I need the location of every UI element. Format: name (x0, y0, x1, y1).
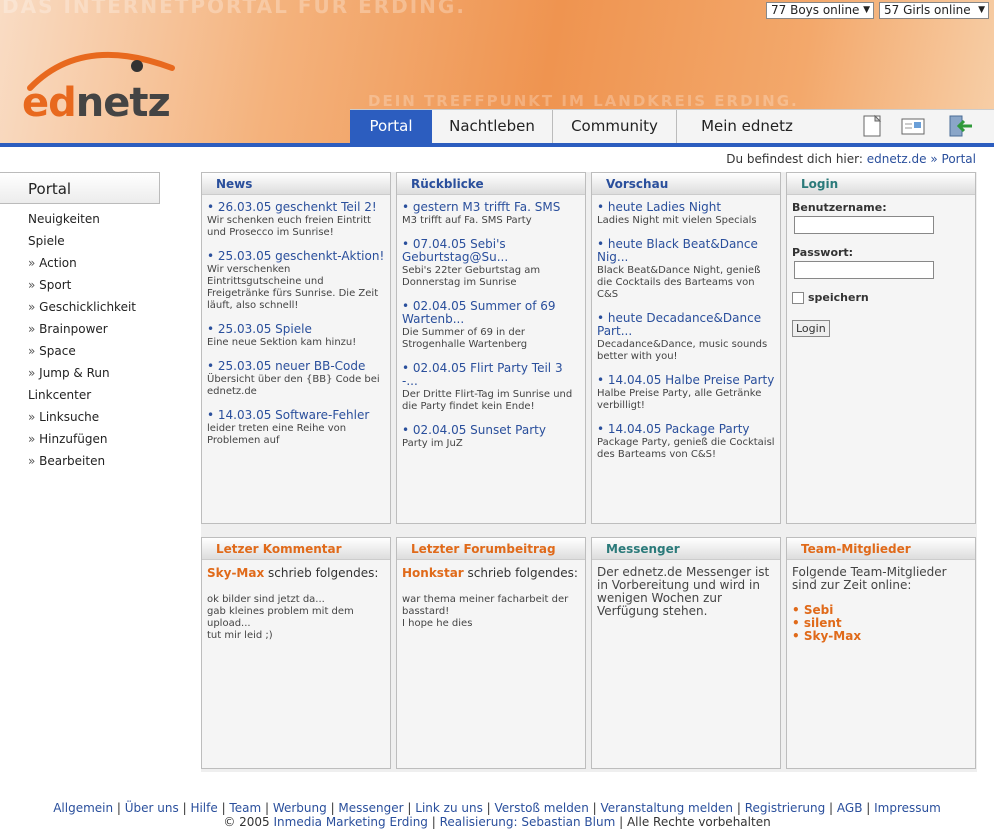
tab-nachtleben[interactable]: Nachtleben (432, 110, 553, 143)
team-title: Team-Mitglieder (787, 538, 975, 560)
list-item[interactable]: 14.04.05 Halbe Preise PartyHalbe Preise … (597, 374, 776, 412)
login-title: Login (787, 173, 975, 195)
list-item[interactable]: heute Ladies NightLadies Night mit viele… (597, 201, 776, 227)
card-icon[interactable] (900, 113, 926, 139)
list-item[interactable]: 07.04.05 Sebi's Geburtstag@Su...Sebi's 2… (402, 238, 581, 289)
nav-stripe (0, 143, 994, 147)
footer-link-registrierung[interactable]: Registrierung (745, 801, 826, 815)
boys-online-select[interactable]: 77 Boys online ▼ (766, 2, 874, 19)
breadcrumb-root-link[interactable]: ednetz.de (867, 152, 927, 166)
remember-label: speichern (808, 291, 869, 304)
rueckblicke-title: Rückblicke (397, 173, 585, 195)
forum-title: Letzter Forumbeitrag (397, 538, 585, 560)
footer-link-hilfe[interactable]: Hilfe (190, 801, 217, 815)
logo-wordmark: ednetz (22, 80, 171, 126)
sidebar-item-sport[interactable]: Sport (0, 274, 162, 296)
footer-copyright: © 2005 Inmedia Marketing Erding | Realis… (223, 815, 771, 829)
footer-link-veranstaltung[interactable]: Veranstaltung melden (600, 801, 733, 815)
comment-text: ok bilder sind jetzt da... gab kleines p… (207, 594, 354, 641)
list-item[interactable]: 02.04.05 Summer of 69 Wartenb...Die Summ… (402, 300, 581, 351)
tab-mein-ednetz[interactable]: Mein ednetz (677, 110, 817, 143)
footer-link-agb[interactable]: AGB (837, 801, 863, 815)
sidebar-title: Portal (0, 172, 160, 204)
main-nav: Portal Nachtleben Community Mein ednetz (350, 109, 994, 143)
news-title: News (202, 173, 390, 195)
chevron-down-icon: ▼ (863, 5, 870, 15)
footer-realisierung-link[interactable]: Realisierung: Sebastian Blum (440, 815, 616, 829)
sidebar-item-spiele[interactable]: Spiele (0, 230, 162, 252)
messenger-box: Messenger Der ednetz.de Messenger ist in… (591, 537, 781, 769)
footer-links: Allgemein | Über uns | Hilfe | Team | We… (53, 801, 941, 815)
login-button[interactable]: Login (792, 320, 830, 337)
forum-box: Letzter Forumbeitrag Honkstar schrieb fo… (396, 537, 586, 769)
list-item[interactable]: 26.03.05 geschenkt Teil 2!Wir schenken e… (207, 201, 386, 239)
list-item[interactable]: 02.04.05 Sunset PartyParty im JuZ (402, 424, 581, 450)
sidebar-item-brainpower[interactable]: Brainpower (0, 318, 162, 340)
header-tagline-bottom: DEIN TREFFPUNKT IM LANDKREIS ERDING. (368, 92, 799, 110)
sidebar-item-action[interactable]: Action (0, 252, 162, 274)
sidebar-item-hinzufuegen[interactable]: Hinzufügen (0, 428, 162, 450)
list-item[interactable]: 25.03.05 neuer BB-CodeÜbersicht über den… (207, 360, 386, 398)
breadcrumb: Du befindest dich hier: ednetz.de » Port… (726, 152, 976, 166)
sidebar-item-bearbeiten[interactable]: Bearbeiten (0, 450, 162, 472)
tab-portal[interactable]: Portal (350, 110, 432, 143)
list-item[interactable]: 14.03.05 Software-Fehlerleider treten ei… (207, 409, 386, 447)
username-label: Benutzername: (792, 201, 887, 214)
forum-text: war thema meiner facharbeit der basstard… (402, 594, 569, 629)
password-input[interactable] (794, 261, 934, 279)
vorschau-box: Vorschau heute Ladies NightLadies Night … (591, 172, 781, 524)
team-box: Team-Mitglieder Folgende Team-Mitglieder… (786, 537, 976, 769)
username-input[interactable] (794, 216, 934, 234)
footer-link-verstoss[interactable]: Verstoß melden (495, 801, 589, 815)
header-tagline-top: DAS INTERNETPORTAL FÜR ERDING. (2, 0, 466, 18)
sidebar-item-space[interactable]: Space (0, 340, 162, 362)
sidebar-item-neuigkeiten[interactable]: Neuigkeiten (0, 208, 162, 230)
footer-link-werbung[interactable]: Werbung (273, 801, 327, 815)
breadcrumb-current-link[interactable]: Portal (942, 152, 976, 166)
news-box: News 26.03.05 geschenkt Teil 2!Wir schen… (201, 172, 391, 524)
forum-author-link[interactable]: Honkstar (402, 566, 464, 580)
kommentar-box: Letzer Kommentar Sky-Max schrieb folgend… (201, 537, 391, 769)
sidebar-item-jump-run[interactable]: Jump & Run (0, 362, 162, 384)
list-item[interactable]: 25.03.05 geschenkt-Aktion!Wir verschenke… (207, 250, 386, 312)
login-box: Login Benutzername: Passwort: speichern … (786, 172, 976, 524)
vorschau-title: Vorschau (592, 173, 780, 195)
sidebar-item-linksuche[interactable]: Linksuche (0, 406, 162, 428)
list-item[interactable]: 14.04.05 Package PartyPackage Party, gen… (597, 423, 776, 461)
footer-link-team[interactable]: Team (229, 801, 261, 815)
footer-link-link-zu-uns[interactable]: Link zu uns (415, 801, 483, 815)
messenger-title: Messenger (592, 538, 780, 560)
list-item[interactable]: 25.03.05 SpieleEine neue Sektion kam hin… (207, 323, 386, 349)
comment-author-link[interactable]: Sky-Max (207, 566, 264, 580)
site-footer: Allgemein | Über uns | Hilfe | Team | We… (0, 801, 994, 829)
girls-online-select[interactable]: 57 Girls online ▼ (879, 2, 989, 19)
remember-checkbox[interactable] (792, 292, 804, 304)
messenger-text: Der ednetz.de Messenger ist in Vorbereit… (597, 565, 770, 618)
chevron-down-icon: ▼ (978, 5, 985, 15)
team-intro: Folgende Team-Mitglieder sind zur Zeit o… (792, 565, 947, 592)
password-label: Passwort: (792, 246, 854, 259)
list-item[interactable]: heute Decadance&Dance Part...Decadance&D… (597, 312, 776, 363)
rueckblicke-box: Rückblicke gestern M3 trifft Fa. SMSM3 t… (396, 172, 586, 524)
kommentar-title: Letzer Kommentar (202, 538, 390, 560)
footer-link-messenger[interactable]: Messenger (338, 801, 403, 815)
sidebar-item-linkcenter[interactable]: Linkcenter (0, 384, 162, 406)
footer-link-impressum[interactable]: Impressum (874, 801, 941, 815)
footer-link-allgemein[interactable]: Allgemein (53, 801, 113, 815)
logout-icon[interactable] (948, 113, 974, 139)
list-item[interactable]: heute Black Beat&Dance Nig...Black Beat&… (597, 238, 776, 301)
sidebar: Portal Neuigkeiten Spiele Action Sport G… (0, 172, 162, 472)
site-logo[interactable]: ednetz (22, 40, 182, 126)
list-item[interactable]: gestern M3 trifft Fa. SMSM3 trifft auf F… (402, 201, 581, 227)
footer-link-ueber-uns[interactable]: Über uns (125, 801, 179, 815)
page-icon[interactable] (860, 113, 886, 139)
tab-community[interactable]: Community (553, 110, 677, 143)
main-content: News 26.03.05 geschenkt Teil 2!Wir schen… (201, 172, 977, 772)
team-member-link[interactable]: Sky-Max (792, 630, 971, 643)
list-item[interactable]: 02.04.05 Flirt Party Teil 3 -...Der Drit… (402, 362, 581, 413)
sidebar-item-geschicklichkeit[interactable]: Geschicklichkeit (0, 296, 162, 318)
footer-company-link[interactable]: Inmedia Marketing Erding (273, 815, 427, 829)
